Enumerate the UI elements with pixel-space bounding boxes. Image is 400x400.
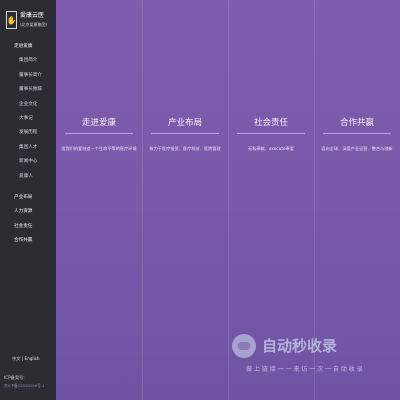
column-description: 无私奉献、execute奉爱	[248, 146, 294, 151]
watermark-title: 自动秒收录	[262, 337, 338, 355]
column-title: 合作共赢	[339, 118, 374, 128]
nav-item-news[interactable]: 新闻中心	[0, 155, 56, 169]
language-switch[interactable]: 中文 | English	[12, 356, 40, 362]
column-title: 走进爱康	[81, 118, 116, 128]
column-industry[interactable]: 产业布局 致力于医疗投资、医疗科技、医院管理	[142, 116, 228, 151]
nav-item-industry[interactable]: 产业布局	[0, 191, 56, 205]
nav-item-people[interactable]: 爱康人	[0, 170, 56, 184]
nav-item-history[interactable]: 发展历程	[0, 126, 56, 140]
column-underline	[65, 133, 133, 134]
nav-item-zoujin-aikang[interactable]: 走进爱康	[0, 40, 56, 54]
column-underline	[237, 133, 305, 134]
nav-item-csr[interactable]: 社会责任	[0, 220, 56, 234]
column-description: 用我们的爱创造一个生命平等的医疗环境	[61, 146, 137, 151]
column-cooperation[interactable]: 合作共赢 面向全球、深度产业运营、整合与创新	[314, 116, 400, 151]
nav-item-milestones[interactable]: 大事记	[0, 112, 56, 126]
watermark-logo-icon	[232, 334, 256, 358]
brand-name: 爱康云医	[20, 12, 45, 19]
column-divider	[228, 0, 229, 400]
watermark-subtitle: 做 上 链 接 一 一 来 访 一 次 一 自 动 收 录	[246, 366, 363, 373]
sidebar-nav: 走进爱康 集团简介 董事长简介 董事长致辞 企业文化 大事记 发展历程 集团人才…	[0, 40, 56, 248]
column-title: 产业布局	[167, 118, 202, 128]
nav-item-group-intro[interactable]: 集团简介	[0, 54, 56, 68]
nav-item-hr[interactable]: 人力资源	[0, 205, 56, 219]
nav-item-talent[interactable]: 集团人才	[0, 141, 56, 155]
column-divider	[142, 0, 143, 400]
brand-logo-icon: ✋	[6, 11, 17, 29]
icp-label: ICP备案号:	[4, 375, 25, 380]
nav-item-chairman-speech[interactable]: 董事长致辞	[0, 83, 56, 97]
nav-item-culture[interactable]: 企业文化	[0, 98, 56, 112]
nav-spacer	[0, 184, 56, 191]
column-csr[interactable]: 社会责任 无私奉献、execute奉爱	[228, 116, 314, 151]
column-underline	[323, 133, 391, 134]
icp-number[interactable]: 京ICP备12010108号-1	[4, 383, 45, 389]
nav-item-chairman-intro[interactable]: 董事长简介	[0, 69, 56, 83]
column-description: 致力于医疗投资、医疗科技、医院管理	[149, 146, 221, 151]
brand-text: 爱康云医 (北京爱康集团)	[20, 11, 47, 29]
column-zoujin-aikang[interactable]: 走进爱康 用我们的爱创造一个生命平等的医疗环境	[56, 116, 142, 151]
column-underline	[151, 133, 219, 134]
column-title: 社会责任	[253, 118, 288, 128]
sidebar: ✋ 爱康云医 (北京爱康集团) 走进爱康 集团简介 董事长简介 董事长致辞 企业…	[0, 0, 56, 400]
column-description: 面向全球、深度产业运营、整合与创新	[321, 146, 393, 151]
brand-logo[interactable]: ✋ 爱康云医 (北京爱康集团)	[6, 8, 54, 32]
brand-subtitle: (北京爱康集团)	[20, 22, 48, 27]
nav-item-cooperation[interactable]: 合作共赢	[0, 234, 56, 248]
watermark: 自动秒收录 做 上 链 接 一 一 来 访 一 次 一 自 动 收 录	[232, 332, 380, 378]
